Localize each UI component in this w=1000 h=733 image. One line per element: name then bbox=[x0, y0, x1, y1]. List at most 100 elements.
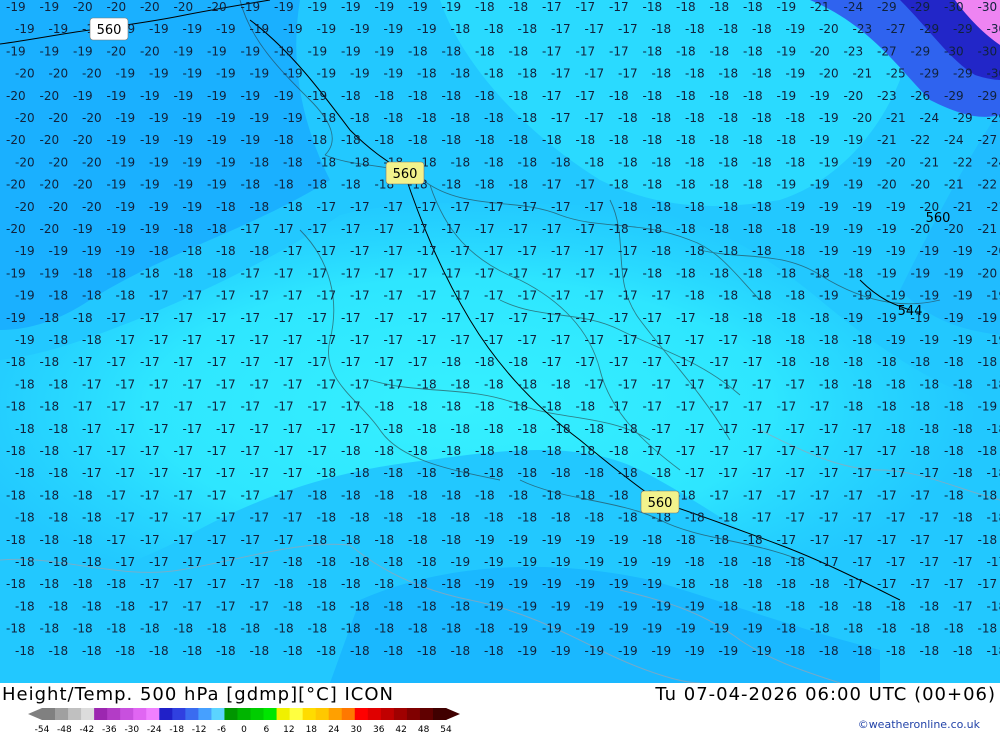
temperature-label: -18 bbox=[82, 289, 102, 303]
temperature-label: -19 bbox=[40, 266, 60, 280]
temperature-label: -18 bbox=[743, 178, 763, 192]
temperature-label: -18 bbox=[375, 89, 395, 103]
temperature-label: -18 bbox=[241, 178, 261, 192]
temperature-label: -19 bbox=[576, 577, 596, 591]
scale-swatch bbox=[94, 708, 108, 720]
temperature-label: -17 bbox=[920, 555, 940, 569]
temperature-label: -18 bbox=[576, 400, 596, 414]
temperature-label: -19 bbox=[877, 311, 897, 325]
temperature-label: -17 bbox=[174, 355, 194, 369]
temperature-label: -18 bbox=[643, 133, 663, 147]
temperature-label: -17 bbox=[819, 511, 839, 525]
temperature-label: -19 bbox=[140, 178, 160, 192]
temperature-label: -17 bbox=[350, 422, 370, 436]
temperature-label: -18 bbox=[609, 488, 629, 502]
temperature-label: -20 bbox=[978, 266, 998, 280]
temperature-label: -29 bbox=[944, 89, 964, 103]
temperature-label: -18 bbox=[149, 244, 169, 258]
temperature-label: -18 bbox=[442, 533, 462, 547]
temperature-label: -17 bbox=[911, 533, 931, 547]
temperature-label: -18 bbox=[551, 511, 571, 525]
temperature-label: -18 bbox=[116, 644, 136, 658]
credit-link[interactable]: ©weatheronline.co.uk bbox=[858, 718, 980, 731]
temperature-label: -17 bbox=[509, 222, 529, 236]
temperature-label: -17 bbox=[174, 311, 194, 325]
temperature-label: -19 bbox=[250, 22, 270, 36]
temperature-label: -17 bbox=[810, 444, 830, 458]
temperature-label: -18 bbox=[375, 577, 395, 591]
temperature-label: -19 bbox=[886, 289, 906, 303]
temperature-label: -18 bbox=[643, 0, 663, 14]
temperature-label: -18 bbox=[585, 466, 605, 480]
temperature-label: -21 bbox=[953, 200, 973, 214]
temperature-label: -17 bbox=[618, 377, 638, 391]
temperature-label: -19 bbox=[183, 155, 203, 169]
temperature-label: -19 bbox=[283, 67, 303, 81]
temperature-label: -18 bbox=[710, 44, 730, 58]
temperature-label: -17 bbox=[250, 333, 270, 347]
temperature-label: -20 bbox=[810, 44, 830, 58]
temperature-label: -18 bbox=[886, 644, 906, 658]
temperature-label: -18 bbox=[685, 244, 705, 258]
temperature-label: -17 bbox=[140, 400, 160, 414]
temperature-label: -19 bbox=[810, 133, 830, 147]
temperature-label: -18 bbox=[408, 133, 428, 147]
temperature-label: -18 bbox=[140, 622, 160, 636]
temperature-label: -17 bbox=[518, 200, 538, 214]
temperature-label: -18 bbox=[308, 133, 328, 147]
temperature-label: -18 bbox=[442, 444, 462, 458]
temperature-label: -18 bbox=[643, 533, 663, 547]
temperature-label: -18 bbox=[82, 555, 102, 569]
scale-tick-label: 42 bbox=[395, 725, 406, 733]
temperature-label: -19 bbox=[944, 266, 964, 280]
temperature-label: -17 bbox=[518, 289, 538, 303]
weather-map-frame: -19 -19 -20 -20 -20 -20 -20 -19 -19 -19 -19 -19 -19-… bbox=[0, 0, 1000, 733]
temperature-label: -18 bbox=[786, 555, 806, 569]
temperature-label: -18 bbox=[743, 44, 763, 58]
temperature-label: -17 bbox=[576, 355, 596, 369]
height-label: 544 bbox=[898, 304, 923, 319]
temperature-label: -18 bbox=[451, 644, 471, 658]
temperature-label: -18 bbox=[408, 577, 428, 591]
temperature-label: -19 bbox=[819, 244, 839, 258]
temperature-label: -18 bbox=[149, 644, 169, 658]
temperature-label: -20 bbox=[40, 178, 60, 192]
temperature-label: -17 bbox=[920, 511, 940, 525]
temperature-label: -18 bbox=[920, 599, 940, 613]
temperature-label: -19 bbox=[676, 622, 696, 636]
temperature-label: -19 bbox=[116, 155, 136, 169]
temperature-label: -18 bbox=[442, 178, 462, 192]
temperature-label: -17 bbox=[317, 289, 337, 303]
temperature-label: -25 bbox=[886, 67, 906, 81]
temperature-label: -19 bbox=[207, 133, 227, 147]
temperature-label: -17 bbox=[408, 355, 428, 369]
temperature-label: -29 bbox=[911, 0, 931, 14]
temperature-label: -18 bbox=[408, 622, 428, 636]
temperature-label: -19 bbox=[6, 0, 26, 14]
temperature-label: -18 bbox=[317, 555, 337, 569]
temperature-label: -19 bbox=[308, 44, 328, 58]
temperature-label: -18 bbox=[216, 644, 236, 658]
temperature-label: -18 bbox=[743, 89, 763, 103]
temperature-label: -18 bbox=[350, 155, 370, 169]
temperature-label: -20 bbox=[6, 133, 26, 147]
temperature-label: -17 bbox=[140, 444, 160, 458]
temperature-label: -18 bbox=[710, 222, 730, 236]
temperature-label: -18 bbox=[308, 577, 328, 591]
temperature-label: -17 bbox=[743, 355, 763, 369]
temperature-label: -17 bbox=[183, 555, 203, 569]
scale-swatch bbox=[432, 708, 447, 720]
temperature-label: -20 bbox=[49, 200, 69, 214]
temperature-label: -18 bbox=[877, 622, 897, 636]
temperature-label: -17 bbox=[308, 266, 328, 280]
temperature-label: -18 bbox=[509, 0, 529, 14]
temperature-label: -20 bbox=[49, 155, 69, 169]
temperature-label: -19 bbox=[777, 89, 797, 103]
temperature-label: -17 bbox=[652, 422, 672, 436]
temperature-label: -19 bbox=[308, 0, 328, 14]
temperature-label: -19 bbox=[585, 644, 605, 658]
temperature-label: -18 bbox=[116, 289, 136, 303]
temperature-label: -17 bbox=[710, 488, 730, 502]
temperature-label: -26 bbox=[911, 89, 931, 103]
temperature-label: -18 bbox=[384, 511, 404, 525]
